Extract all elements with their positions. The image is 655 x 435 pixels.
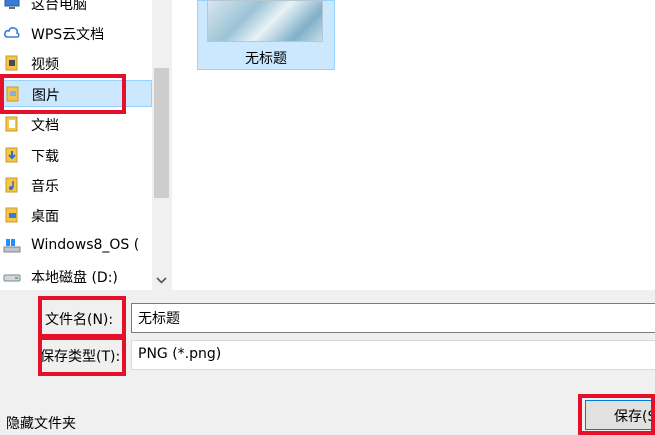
filetype-select[interactable]: PNG (*.png) bbox=[131, 340, 655, 370]
nav-item-downloads[interactable]: 下载 bbox=[0, 142, 152, 169]
chevron-down-icon[interactable] bbox=[153, 272, 170, 288]
nav-item-label: WPS云文档 bbox=[31, 27, 105, 43]
navigation-pane: 这台电脑 WPS云文档 视频 图片 文档 下载 音乐 桌面 Windows8_O… bbox=[0, 0, 152, 290]
desktop-folder-icon bbox=[5, 207, 18, 223]
nav-scrollbar-thumb[interactable] bbox=[154, 68, 169, 198]
nav-item-label: Windows8_OS ( bbox=[31, 237, 140, 253]
nav-item-label: 桌面 bbox=[31, 209, 59, 225]
image-thumbnail bbox=[207, 0, 323, 42]
nav-item-desktop[interactable]: 桌面 bbox=[0, 202, 152, 229]
nav-item-videos[interactable]: 视频 bbox=[0, 50, 152, 77]
nav-item-this-pc[interactable]: 这台电脑 bbox=[0, 0, 152, 17]
highlight-filename-label bbox=[38, 296, 126, 338]
highlight-pictures bbox=[0, 74, 126, 114]
windows-drive-icon bbox=[3, 239, 21, 253]
nav-item-local-disk-d[interactable]: 本地磁盘 (D:) bbox=[0, 263, 152, 290]
nav-item-label: 下载 bbox=[31, 149, 59, 165]
nav-item-music[interactable]: 音乐 bbox=[0, 172, 152, 199]
nav-item-label: 音乐 bbox=[31, 179, 59, 195]
nav-item-label: 本地磁盘 (D:) bbox=[31, 270, 118, 286]
nav-item-label: 这台电脑 bbox=[31, 0, 87, 13]
highlight-save-button bbox=[578, 394, 655, 435]
nav-item-label: 视频 bbox=[31, 57, 59, 73]
music-folder-icon bbox=[5, 177, 18, 193]
nav-item-wps-cloud[interactable]: WPS云文档 bbox=[0, 20, 152, 47]
nav-item-windows8-os[interactable]: Windows8_OS ( bbox=[0, 233, 152, 260]
hide-folders-toggle[interactable]: 隐藏文件夹 bbox=[6, 413, 76, 433]
documents-folder-icon bbox=[5, 116, 18, 132]
nav-item-documents[interactable]: 文档 bbox=[0, 111, 152, 138]
highlight-filetype-label bbox=[38, 336, 126, 376]
file-item-name: 无标题 bbox=[245, 51, 287, 67]
downloads-folder-icon bbox=[5, 147, 18, 163]
filename-input[interactable] bbox=[131, 303, 655, 333]
drive-icon bbox=[3, 274, 21, 282]
cloud-icon bbox=[4, 27, 20, 38]
video-folder-icon bbox=[5, 55, 18, 71]
computer-icon bbox=[4, 0, 20, 9]
nav-item-label: 文档 bbox=[31, 118, 59, 134]
